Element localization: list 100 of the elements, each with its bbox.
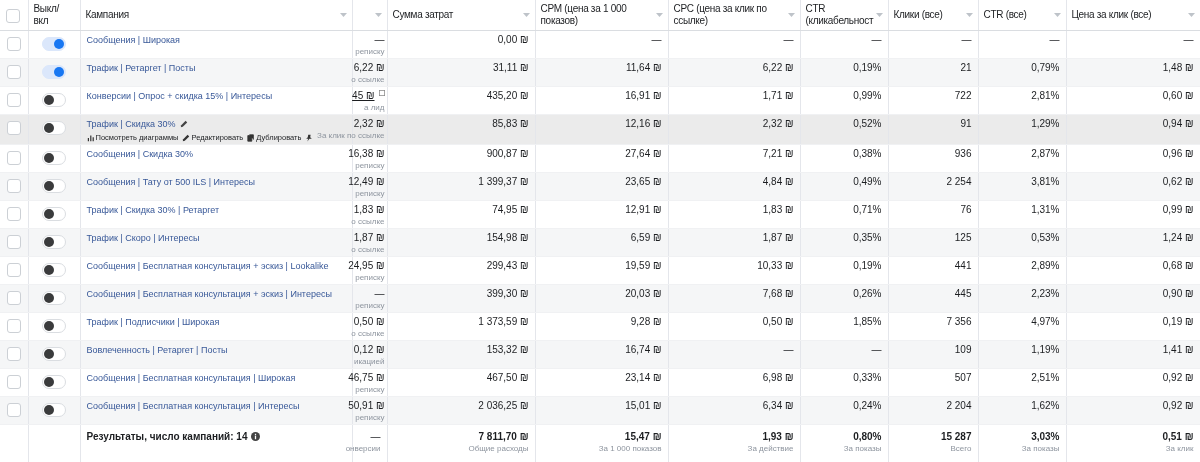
column-header[interactable]: Клики (все) xyxy=(893,8,966,21)
table-cell: 109 xyxy=(954,343,972,355)
campaign-link[interactable]: Трафик | Скоро | Интересы xyxy=(86,231,200,244)
column-header[interactable]: CPM (цена за 1 000 показов) xyxy=(540,2,656,27)
toggle-switch[interactable] xyxy=(42,262,66,277)
total-value: 15,47 ₪ xyxy=(624,430,662,443)
toggle-switch[interactable] xyxy=(42,374,66,389)
total-caption: онверсии xyxy=(345,443,381,454)
sort-caret-icon[interactable] xyxy=(787,13,795,17)
row-checkbox[interactable] xyxy=(6,120,21,135)
column-header[interactable]: CTR (все) xyxy=(983,8,1054,21)
row-checkbox[interactable] xyxy=(6,150,21,165)
metric-value: 16,38 ₪ xyxy=(348,147,385,160)
total-value: 15 287 xyxy=(940,430,972,443)
column-header[interactable]: Выкл/ вкл xyxy=(33,2,74,27)
metric-value: — xyxy=(374,287,385,300)
column-header[interactable]: Цена за клик (все) xyxy=(1071,8,1188,21)
metric-value: 24,95 ₪ xyxy=(348,259,385,272)
row-checkbox[interactable] xyxy=(6,206,21,221)
toggle-switch[interactable] xyxy=(42,36,66,51)
table-cell: — xyxy=(871,343,882,355)
campaign-link[interactable]: Трафик | Подписчики | Широкая xyxy=(86,315,220,328)
campaign-link[interactable]: Сообщения | Скидка 30% xyxy=(86,147,194,160)
table-cell: 6,98 ₪ xyxy=(762,371,794,383)
metric-value: 12,49 ₪ xyxy=(348,175,385,188)
table-cell: 1,62% xyxy=(1031,399,1060,411)
campaign-link[interactable]: Конверсии | Опрос + скидка 15% | Интересы xyxy=(86,89,273,102)
total-value: 3,03% xyxy=(1031,430,1060,443)
row-checkbox[interactable] xyxy=(6,64,21,79)
sort-caret-icon[interactable] xyxy=(1053,13,1061,17)
table-cell: 125 xyxy=(954,231,972,243)
campaign-link[interactable]: Трафик | Скидка 30% | Ретаргет xyxy=(86,203,220,216)
table-cell: 9,28 ₪ xyxy=(630,315,662,327)
table-cell: 154,98 ₪ xyxy=(486,231,529,243)
column-header[interactable]: CPC (цена за клик по ссылке) xyxy=(673,2,788,27)
sort-caret-icon[interactable] xyxy=(1187,13,1195,17)
toggle-switch[interactable] xyxy=(42,318,66,333)
campaign-link[interactable]: Трафик | Скидка 30% xyxy=(86,117,176,130)
row-checkbox[interactable] xyxy=(6,318,21,333)
table-cell: 0,92 ₪ xyxy=(1162,371,1194,383)
table-cell: 27,64 ₪ xyxy=(625,147,662,159)
toggle-switch[interactable] xyxy=(42,346,66,361)
table-cell: 2 204 xyxy=(946,399,972,411)
campaign-link[interactable]: Сообщения | Бесплатная консультация + эскиз | Lookalike xyxy=(86,259,329,272)
column-header[interactable]: Сумма затрат xyxy=(392,8,523,21)
table-cell: 936 xyxy=(954,147,972,159)
table-cell: 2 036,25 ₪ xyxy=(478,399,529,411)
total-caption: За 1 000 показов xyxy=(598,443,662,454)
table-cell: 6,59 ₪ xyxy=(630,231,662,243)
row-checkbox[interactable] xyxy=(6,290,21,305)
table-cell: — xyxy=(783,33,794,45)
copy-icon xyxy=(247,133,256,142)
sort-caret-icon[interactable] xyxy=(875,13,883,17)
table-cell: 1,83 ₪ xyxy=(762,203,794,215)
campaign-link[interactable]: Сообщения | Бесплатная консультация | Широкая xyxy=(86,371,296,384)
total-caption: За клик xyxy=(1165,443,1194,454)
table-cell: 6,22 ₪ xyxy=(762,61,794,73)
toggle-switch[interactable] xyxy=(42,178,66,193)
sort-caret-icon[interactable] xyxy=(374,13,382,17)
toggle-switch[interactable] xyxy=(42,290,66,305)
metric-caption: о ссылке xyxy=(351,216,385,227)
pin-icon xyxy=(305,133,314,142)
column-header[interactable]: Кампания xyxy=(85,8,340,21)
toggle-switch[interactable] xyxy=(42,64,66,79)
table-cell: 0,19% xyxy=(853,259,882,271)
row-checkbox[interactable] xyxy=(6,346,21,361)
campaign-link[interactable]: Трафик | Ретаргет | Посты xyxy=(86,61,196,74)
row-checkbox[interactable] xyxy=(6,178,21,193)
sort-caret-icon[interactable] xyxy=(522,13,530,17)
table-cell: 0,19 ₪ xyxy=(1162,315,1194,327)
row-checkbox[interactable] xyxy=(6,374,21,389)
metric-caption: о ссылке xyxy=(351,74,385,85)
sort-caret-icon[interactable] xyxy=(339,13,347,17)
table-cell: 19,59 ₪ xyxy=(625,259,662,271)
row-checkbox[interactable] xyxy=(6,36,21,51)
toggle-switch[interactable] xyxy=(42,234,66,249)
table-cell: 1,41 ₪ xyxy=(1162,343,1194,355)
toggle-switch[interactable] xyxy=(42,206,66,221)
toggle-switch[interactable] xyxy=(42,150,66,165)
total-value: — xyxy=(370,430,381,443)
column-header[interactable]: CTR (кликабельност xyxy=(805,2,876,27)
table-cell: 0,96 ₪ xyxy=(1162,147,1194,159)
row-checkbox[interactable] xyxy=(6,262,21,277)
table-cell: 0,90 ₪ xyxy=(1162,287,1194,299)
toggle-switch[interactable] xyxy=(42,402,66,417)
table-cell: 1 399,37 ₪ xyxy=(478,175,529,187)
sort-caret-icon[interactable] xyxy=(655,13,663,17)
sort-caret-icon[interactable] xyxy=(965,13,973,17)
row-checkbox[interactable] xyxy=(6,402,21,417)
row-checkbox[interactable] xyxy=(6,92,21,107)
table-cell: 0,62 ₪ xyxy=(1162,175,1194,187)
select-all-checkbox[interactable] xyxy=(6,9,21,24)
table-cell: 12,91 ₪ xyxy=(625,203,662,215)
toggle-switch[interactable] xyxy=(42,120,66,135)
table-cell: 2,32 ₪ xyxy=(762,117,794,129)
row-checkbox[interactable] xyxy=(6,234,21,249)
toggle-switch[interactable] xyxy=(42,92,66,107)
table-cell: 3,81% xyxy=(1031,175,1060,187)
table-cell: 91 xyxy=(960,117,972,129)
campaign-link[interactable]: Сообщения | Широкая xyxy=(86,33,180,46)
